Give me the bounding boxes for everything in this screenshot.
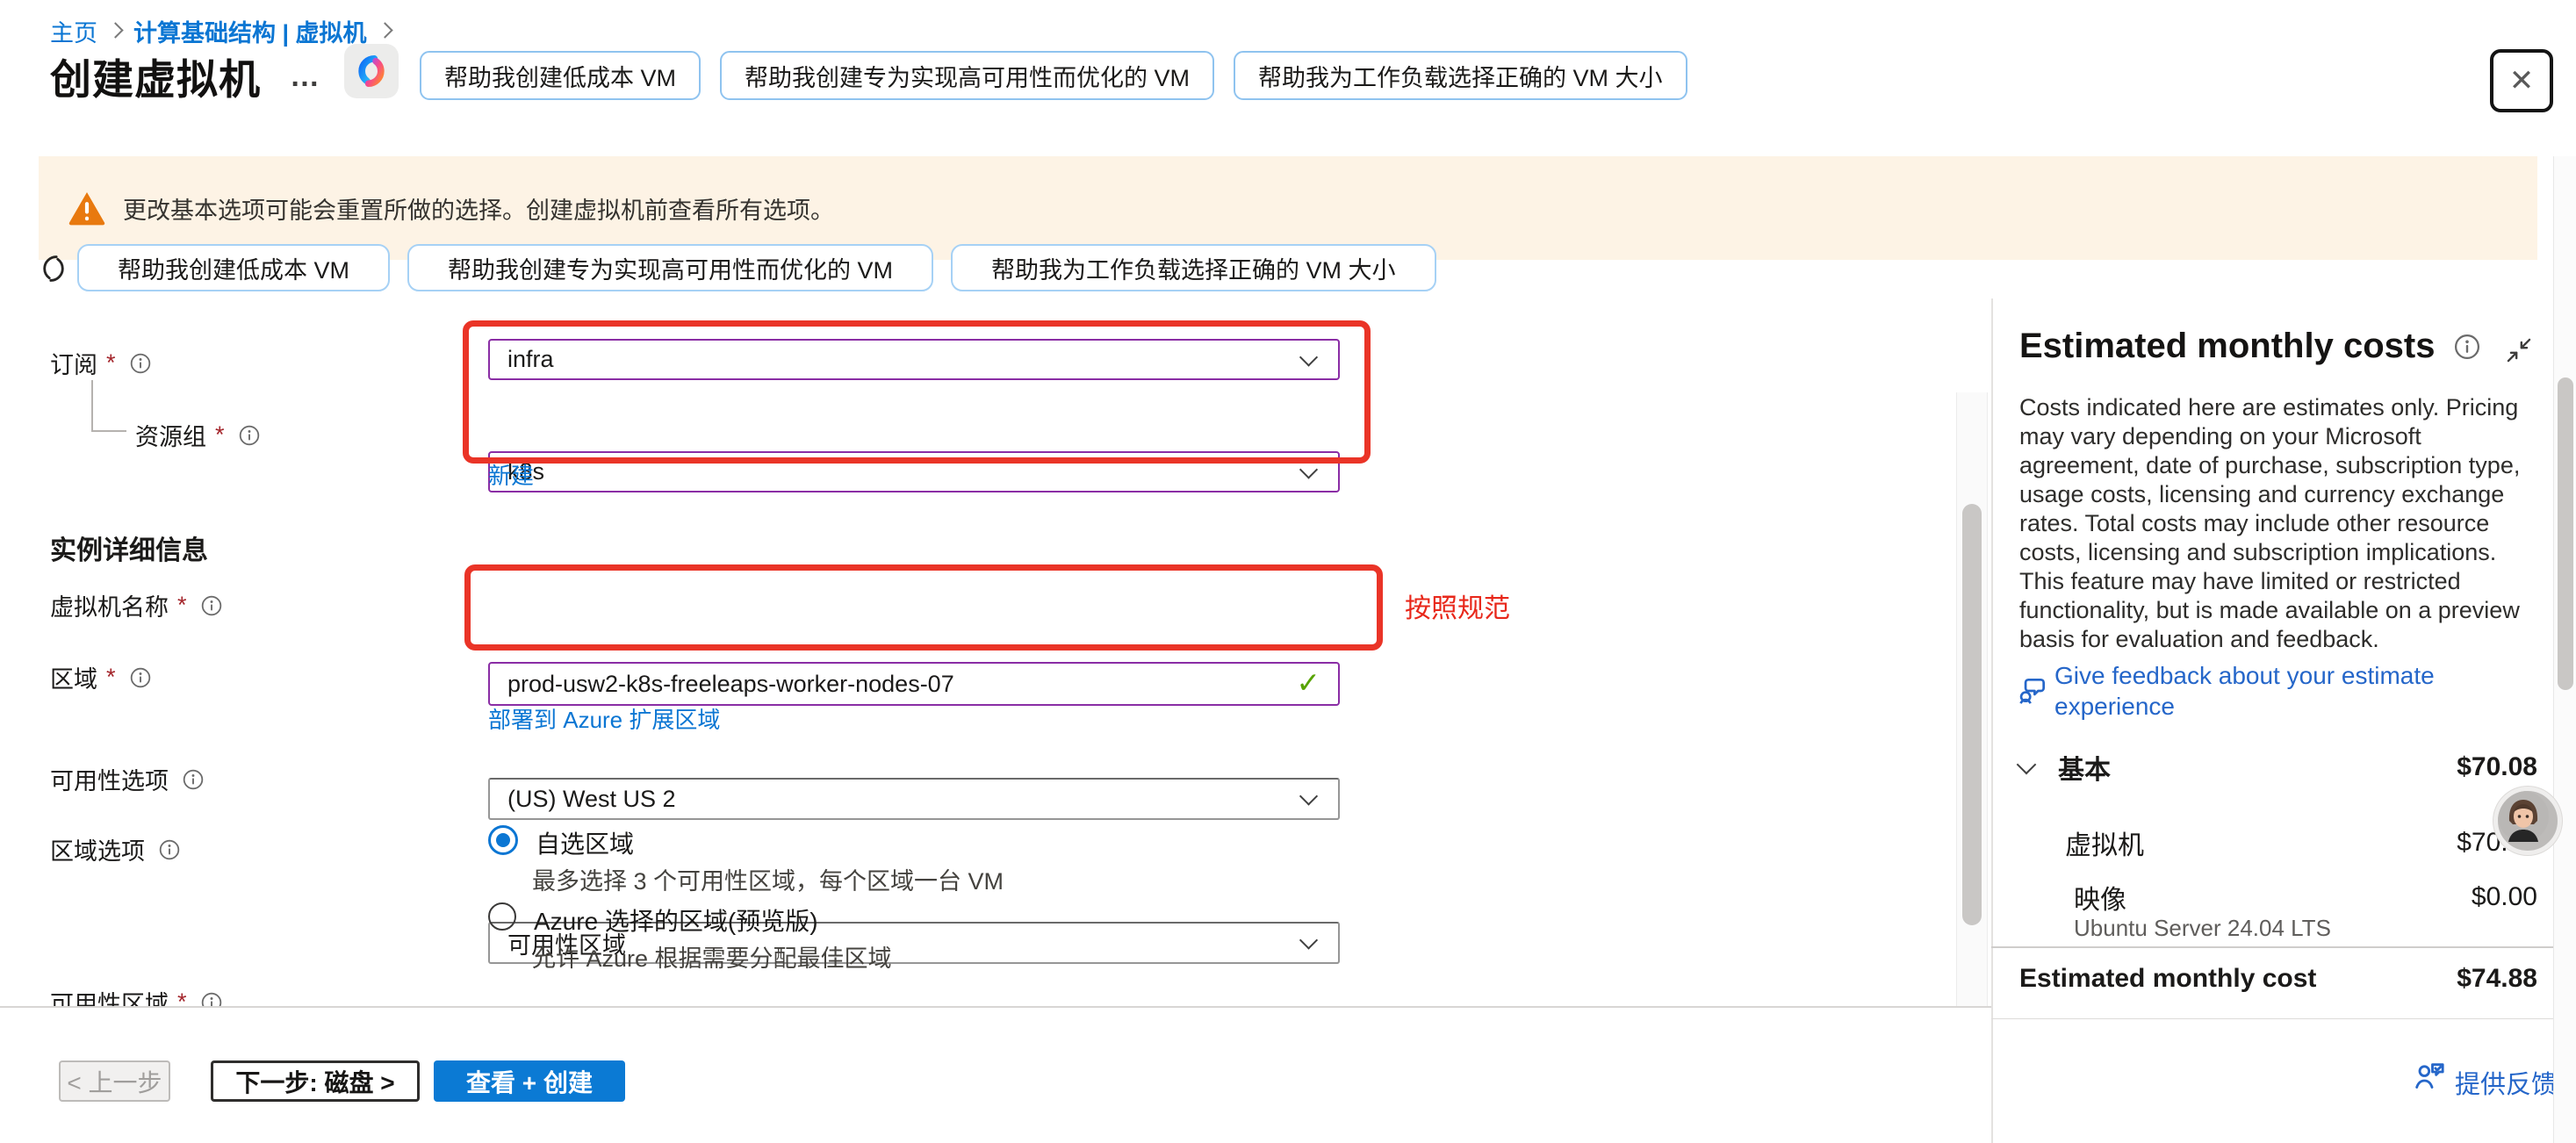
zone-options-label: 区域选项 — [50, 832, 180, 866]
page-scrollbar-track[interactable] — [2553, 156, 2576, 1143]
close-icon: ✕ — [2509, 63, 2535, 98]
instance-details-heading: 实例详细信息 — [50, 528, 208, 567]
avatar[interactable] — [2493, 787, 2562, 855]
suggestion-high-availability-vm-button[interactable]: 帮助我创建专为实现高可用性而优化的 VM — [720, 51, 1214, 100]
more-menu-button[interactable]: … — [290, 60, 322, 94]
radio-description: 最多选择 3 个可用性区域，每个区域一台 VM — [532, 862, 1004, 896]
chevron-right-icon — [107, 22, 123, 38]
radio-label[interactable]: 自选区域 — [536, 825, 634, 860]
region-label: 区域 * — [50, 660, 151, 694]
suggestion-right-vm-size-button[interactable]: 帮助我为工作负载选择正确的 VM 大小 — [1234, 51, 1687, 100]
cost-item-name: 虚拟机 — [2065, 823, 2144, 862]
cost-group-row[interactable]: 基本 $70.08 — [2019, 748, 2537, 787]
cost-panel-title-row: Estimated monthly costs — [2019, 327, 2480, 366]
feedback-bubbles-icon — [2016, 674, 2049, 708]
cost-total-value: $74.88 — [2457, 964, 2537, 994]
cost-item-sub: Ubuntu Server 24.04 LTS — [2074, 915, 2331, 942]
page-title: 创建虚拟机 — [50, 46, 261, 106]
resource-group-select[interactable]: k8s — [488, 451, 1340, 492]
annotation-box-vm-name — [464, 564, 1383, 651]
deploy-extended-zone-link[interactable]: 部署到 Azure 扩展区域 — [488, 702, 720, 735]
info-icon[interactable] — [2454, 334, 2480, 360]
suggestion-low-cost-vm-button[interactable]: 帮助我创建低成本 VM — [77, 244, 390, 291]
cost-total-row: Estimated monthly cost $74.88 — [2019, 964, 2537, 994]
copilot-logo-icon — [354, 54, 389, 89]
previous-button[interactable]: < 上一步 — [59, 1060, 170, 1102]
breadcrumb-home-link[interactable]: 主页 — [50, 14, 97, 48]
info-icon[interactable] — [159, 839, 180, 860]
warning-text: 更改基本选项可能会重置所做的选择。创建虚拟机前查看所有选项。 — [123, 191, 834, 226]
subscription-value: infra — [507, 346, 554, 373]
region-value: (US) West US 2 — [507, 786, 676, 813]
content-scrollbar-track[interactable] — [1956, 392, 1988, 1006]
give-feedback-icon — [2413, 1059, 2448, 1094]
breadcrumb-current-link[interactable]: 计算基础结构 | 虚拟机 — [133, 14, 367, 48]
next-disks-button[interactable]: 下一步: 磁盘 > — [211, 1060, 420, 1102]
chevron-down-icon — [1299, 348, 1318, 366]
cost-group-name: 基本 — [2058, 748, 2111, 787]
radio-option-azure-select[interactable]: Azure 选择的区域(预览版) — [488, 902, 818, 938]
cost-item-value: $0.00 — [2472, 882, 2537, 912]
suggestion-high-availability-vm-button[interactable]: 帮助我创建专为实现高可用性而优化的 VM — [407, 244, 933, 291]
chevron-down-icon — [1299, 931, 1318, 949]
divider — [1991, 946, 2553, 948]
breadcrumb: 主页 计算基础结构 | 虚拟机 — [50, 14, 403, 48]
page-scrollbar-thumb[interactable] — [2558, 377, 2573, 690]
info-icon[interactable] — [130, 353, 151, 374]
suggestion-low-cost-vm-button[interactable]: 帮助我创建低成本 VM — [420, 51, 701, 100]
chevron-right-icon — [377, 22, 392, 38]
cost-total-label: Estimated monthly cost — [2019, 964, 2316, 994]
cost-item-row: 虚拟机 $70.08 — [2065, 823, 2537, 862]
availability-options-label: 可用性选项 — [50, 762, 204, 796]
cost-item-name: 映像 — [2074, 878, 2126, 917]
create-new-resource-group-link[interactable]: 新建 — [488, 458, 534, 491]
close-button[interactable]: ✕ — [2490, 49, 2553, 112]
info-icon[interactable] — [239, 425, 260, 446]
content-scrollbar-thumb[interactable] — [1962, 504, 1982, 925]
vm-name-input[interactable]: prod-usw2-k8s-freeleaps-worker-nodes-07 … — [488, 662, 1340, 706]
create-vm-page: 主页 计算基础结构 | 虚拟机 创建虚拟机 … 帮助我创建低成本 VM 帮助我创… — [0, 0, 2576, 1143]
info-icon[interactable] — [201, 595, 222, 616]
copilot-outline-icon — [37, 251, 70, 286]
radio-selected-icon[interactable] — [488, 825, 518, 855]
vm-name-value: prod-usw2-k8s-freeleaps-worker-nodes-07 — [507, 671, 954, 698]
info-icon[interactable] — [130, 667, 151, 688]
cost-panel-description: Costs indicated here are estimates only.… — [2019, 393, 2523, 654]
chevron-down-icon — [1299, 460, 1318, 478]
warning-triangle-icon — [67, 188, 107, 228]
info-icon[interactable] — [183, 769, 204, 790]
estimate-feedback-link[interactable]: Give feedback about your estimate experi… — [2054, 660, 2536, 722]
chevron-down-icon — [1299, 787, 1318, 805]
radio-label[interactable]: Azure 选择的区域(预览版) — [534, 902, 818, 938]
radio-unselected-icon[interactable] — [488, 902, 516, 931]
annotation-text: 按照规范 — [1405, 586, 1510, 625]
cost-panel-title: Estimated monthly costs — [2019, 327, 2435, 366]
copilot-suggestions-top: 帮助我创建低成本 VM 帮助我创建专为实现高可用性而优化的 VM 帮助我为工作负… — [420, 51, 1687, 100]
give-feedback-link[interactable]: 提供反馈 — [2455, 1064, 2557, 1101]
cost-item-row: 映像 $0.00 — [2074, 878, 2537, 917]
avatar-person-icon — [2498, 791, 2549, 842]
radio-option-self-select[interactable]: 自选区域 — [488, 825, 634, 860]
chevron-down-icon[interactable] — [2017, 755, 2037, 775]
hierarchy-connector — [91, 380, 126, 432]
suggestion-right-vm-size-button[interactable]: 帮助我为工作负载选择正确的 VM 大小 — [951, 244, 1436, 291]
region-select[interactable]: (US) West US 2 — [488, 778, 1340, 820]
panel-divider — [1991, 298, 1993, 1143]
copilot-button[interactable] — [344, 44, 399, 98]
divider — [1991, 1018, 2576, 1019]
collapse-panel-icon[interactable] — [2504, 335, 2534, 365]
cost-group-value: $70.08 — [2457, 752, 2537, 782]
copilot-suggestions-inline: 帮助我创建低成本 VM 帮助我创建专为实现高可用性而优化的 VM 帮助我为工作负… — [77, 244, 1436, 291]
vm-name-label: 虚拟机名称 * — [50, 588, 222, 622]
valid-check-icon: ✓ — [1296, 665, 1320, 700]
resource-group-label: 资源组 * — [135, 418, 260, 452]
subscription-select[interactable]: infra — [488, 339, 1340, 380]
subscription-label: 订阅 * — [50, 346, 151, 380]
radio-description: 允许 Azure 根据需要分配最佳区域 — [532, 939, 892, 974]
review-create-button[interactable]: 查看 + 创建 — [434, 1060, 625, 1102]
footer-bar: < 上一步 下一步: 磁盘 > 查看 + 创建 — [0, 1006, 1991, 1143]
